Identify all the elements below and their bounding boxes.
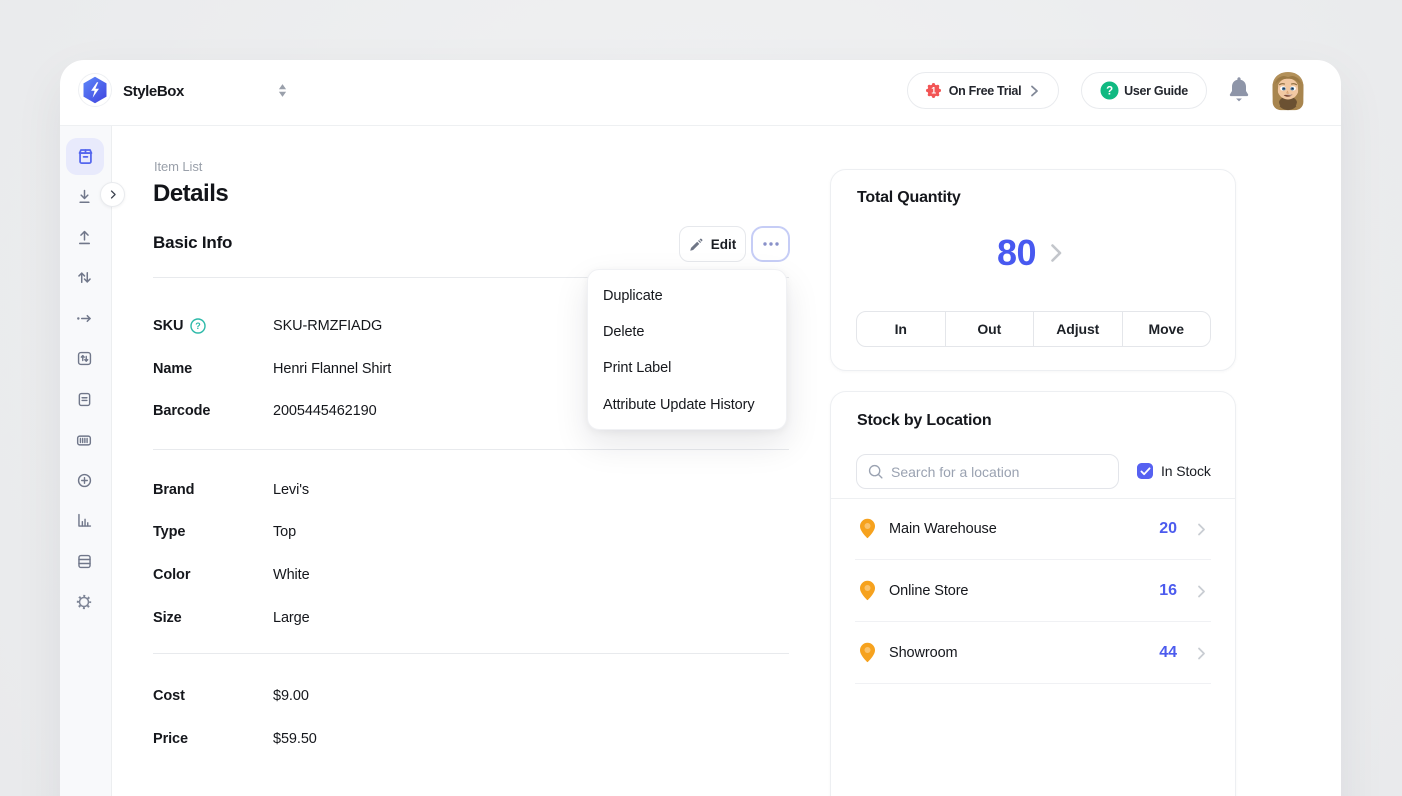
svg-text:1: 1 — [931, 86, 936, 96]
svg-text:?: ? — [1106, 86, 1113, 98]
svg-text:?: ? — [195, 321, 200, 331]
